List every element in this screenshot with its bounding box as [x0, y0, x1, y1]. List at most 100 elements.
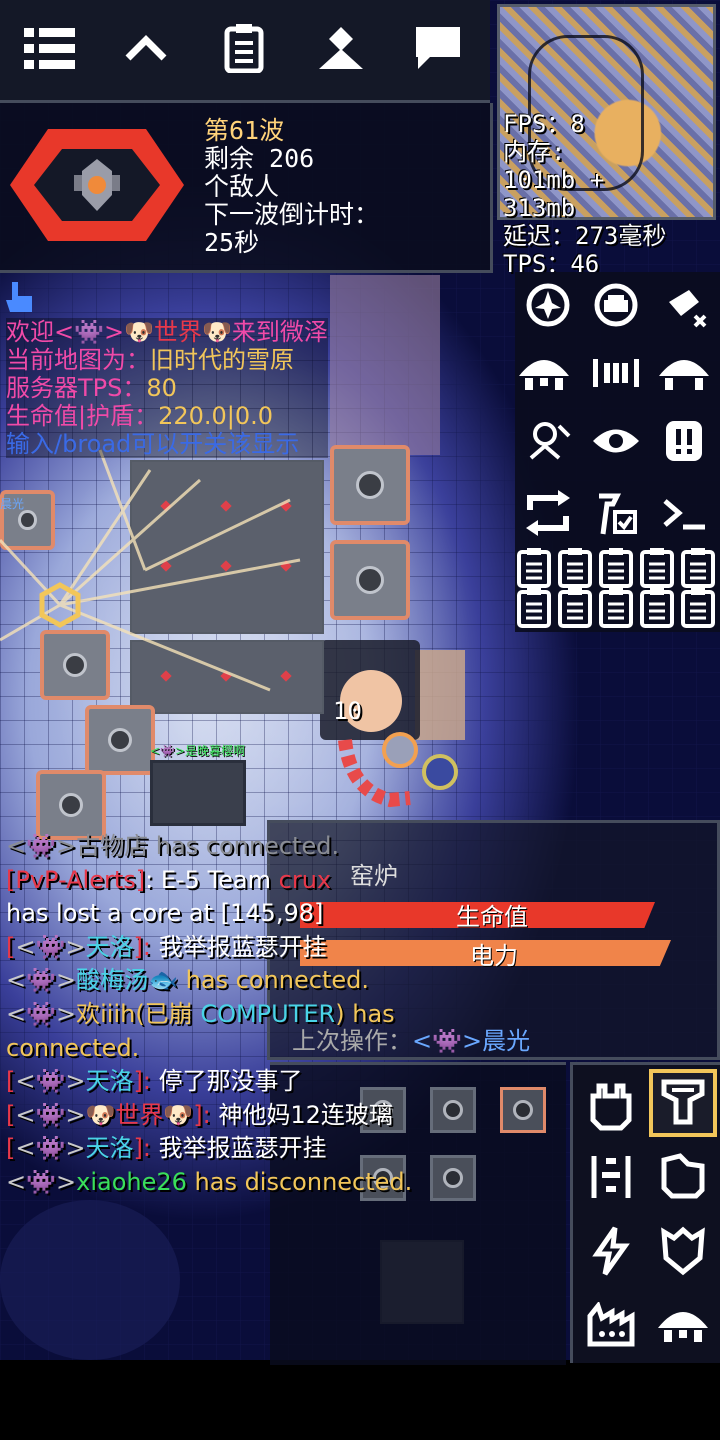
build-check-button[interactable] — [587, 484, 645, 542]
chat-message-segment: 世界 — [115, 1100, 164, 1129]
chevron-up-icon — [125, 35, 167, 61]
chat-message-segment: 天洛 — [85, 1067, 134, 1096]
rally-units-button[interactable] — [655, 344, 713, 402]
welcome-line-segment: 🐶 — [124, 318, 154, 346]
chat-message-segment: <👾> — [6, 999, 77, 1028]
sync-button[interactable] — [519, 484, 577, 542]
chat-message-segment: [PvP-Alerts] — [6, 865, 146, 894]
ground-units-button[interactable] — [587, 276, 645, 334]
command-units-button[interactable] — [515, 344, 573, 402]
chat-message-segment: 停了那没事了 — [158, 1067, 303, 1096]
hand-pointer-icon — [6, 282, 32, 312]
chat-message-segment: <👾> — [15, 1134, 86, 1163]
welcome-line-segment: 生命值|护盾： — [6, 402, 159, 430]
chat-message-segment: crux — [278, 865, 332, 894]
welcome-line-segment: 旧时代的雪原 — [150, 346, 294, 374]
distribution-icon — [661, 1079, 705, 1125]
unit-dome-icon — [519, 360, 569, 390]
collapse-button[interactable] — [116, 18, 176, 78]
clipboard-icon[interactable] — [517, 588, 551, 628]
top-menu-bar — [0, 0, 490, 103]
chat-button[interactable] — [408, 18, 468, 78]
chat-message: [PvP-Alerts]: E-5 Team crux — [6, 864, 486, 898]
chat-message-segment: 天洛 — [85, 932, 134, 961]
chat-message-segment: 天洛 — [85, 1134, 134, 1163]
air-units-button[interactable] — [519, 276, 577, 334]
terrain-shadow — [0, 1200, 180, 1360]
unit-scan-button[interactable] — [519, 412, 577, 470]
alerts-button[interactable] — [655, 412, 713, 470]
lasso-button[interactable] — [655, 276, 713, 334]
chat-message-segment: [ — [6, 1067, 16, 1096]
wave-button[interactable] — [587, 344, 645, 402]
enemy-unit[interactable] — [330, 720, 470, 830]
welcome-line: 欢迎<👾>🐶世界🐶来到微泽 — [6, 318, 328, 346]
chat-message-segment: [ — [6, 1100, 16, 1129]
objectives-button[interactable] — [214, 18, 274, 78]
liquid-icon — [661, 1153, 705, 1199]
category-power[interactable] — [577, 1217, 645, 1285]
clipboard-icon[interactable] — [558, 588, 592, 628]
turret[interactable] — [330, 540, 410, 620]
clipboard-icon[interactable] — [599, 548, 633, 588]
chat-message: [<👾>🐶世界🐶]: 神他妈12连玻璃 — [6, 1099, 486, 1133]
category-turret[interactable] — [577, 1073, 645, 1141]
chat-message-segment: has connected. — [178, 966, 369, 995]
welcome-line: 服务器TPS：80 — [6, 374, 328, 402]
chat-message-segment: : E-5 Team — [145, 865, 279, 894]
clipboard-icon[interactable] — [517, 548, 551, 588]
countdown-value: 25秒 — [204, 228, 260, 257]
clipboard-icon[interactable] — [640, 588, 674, 628]
hammer-check-icon — [599, 493, 637, 535]
welcome-line-segment: 🐶 — [202, 318, 232, 346]
chat-message-segment: [ — [6, 1134, 16, 1163]
player-icon — [319, 27, 363, 69]
console-icon — [663, 499, 705, 530]
memory-value-2: 313mb — [503, 194, 576, 222]
welcome-line-segment: 220.0|0.0 — [158, 402, 274, 430]
chat-message: connected. — [6, 1032, 486, 1066]
enemies-remaining: 剩余 206 — [204, 144, 315, 173]
player-unit[interactable] — [150, 760, 246, 826]
wave-info: 第61波 剩余 206 个敌人 下一波倒计时： 25秒 — [204, 117, 379, 257]
clipboard-icon[interactable] — [599, 588, 633, 628]
tools-panel — [515, 272, 720, 632]
category-defense[interactable] — [649, 1217, 717, 1285]
category-crafting[interactable] — [577, 1291, 645, 1359]
clipboard-icon[interactable] — [681, 548, 715, 588]
welcome-line-segment: 欢迎< — [6, 318, 75, 346]
chat-message-segment: ]: — [193, 1100, 219, 1129]
chat-message-segment: 我举报蓝瑟开挂 — [158, 932, 327, 961]
chat-message: has lost a core at [145,98] — [6, 897, 486, 931]
category-production[interactable] — [577, 1143, 645, 1211]
menu-button[interactable] — [20, 18, 80, 78]
players-button[interactable] — [311, 18, 371, 78]
countdown-label: 下一波倒计时： — [204, 200, 380, 229]
chat-message-segment: ]: — [133, 1067, 159, 1096]
category-units[interactable] — [649, 1291, 717, 1359]
chat-message-segment: 酸梅汤 — [76, 966, 149, 995]
clipboard-icon[interactable] — [640, 548, 674, 588]
chat-message-segment: 神他妈12连玻璃 — [218, 1100, 393, 1129]
chat-message-segment: 🐟 — [148, 966, 178, 995]
chat-message-segment: xiaohe26 — [76, 1167, 187, 1196]
console-button[interactable] — [655, 484, 713, 542]
chat-message: <👾>xiaohe26 has disconnected. — [6, 1166, 486, 1200]
block-option[interactable] — [500, 1087, 546, 1133]
chat-message-segment: <👾> — [6, 966, 77, 995]
wave-panel[interactable]: 第61波 剩余 206 个敌人 下一波倒计时： 25秒 — [0, 103, 493, 273]
terrain-patch — [330, 275, 440, 455]
turret[interactable] — [330, 445, 410, 525]
category-distribution[interactable] — [649, 1069, 717, 1137]
clipboard-icon[interactable] — [681, 588, 715, 628]
block-categories — [570, 1062, 720, 1363]
category-liquid[interactable] — [649, 1143, 717, 1211]
chat-log: <👾>古物店 has connected. [PvP-Alerts]: E-5 T… — [6, 830, 486, 1200]
welcome-line: 输入/broad可以开关该显示 — [6, 430, 328, 458]
chat-message-segment: <👾> — [6, 1167, 77, 1196]
chat-message-segment: <👾> — [15, 1067, 86, 1096]
visibility-button[interactable] — [587, 412, 645, 470]
welcome-line-segment: 当前地图为： — [6, 346, 150, 374]
welcome-line-segment: 👾 — [74, 318, 104, 346]
clipboard-icon[interactable] — [558, 548, 592, 588]
